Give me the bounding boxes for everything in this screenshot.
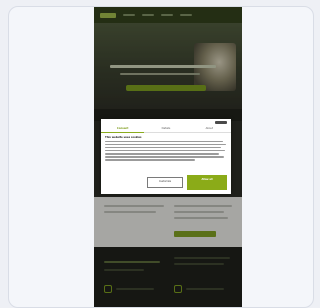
preview-card: Consent Details About This website uses … [8,6,314,308]
consent-tabs: Consent Details About [101,126,231,133]
tab-about[interactable]: About [187,126,231,133]
dialog-body-text [105,141,227,163]
tab-consent[interactable]: Consent [101,126,145,133]
allow-all-button[interactable]: Allow all [187,175,227,190]
body-text-line [105,141,223,143]
body-text-line [105,156,224,158]
dialog-title: This website uses cookies [105,136,142,139]
body-text-line [105,159,195,161]
body-text-line [105,144,226,146]
cookiebot-logo [215,121,227,124]
tab-details[interactable]: Details [144,126,188,133]
customize-button[interactable]: Customize [147,177,183,188]
cookie-consent-dialog: Consent Details About This website uses … [101,119,231,194]
body-text-line [105,153,219,155]
body-text-line [105,147,221,149]
body-text-line [105,150,225,152]
